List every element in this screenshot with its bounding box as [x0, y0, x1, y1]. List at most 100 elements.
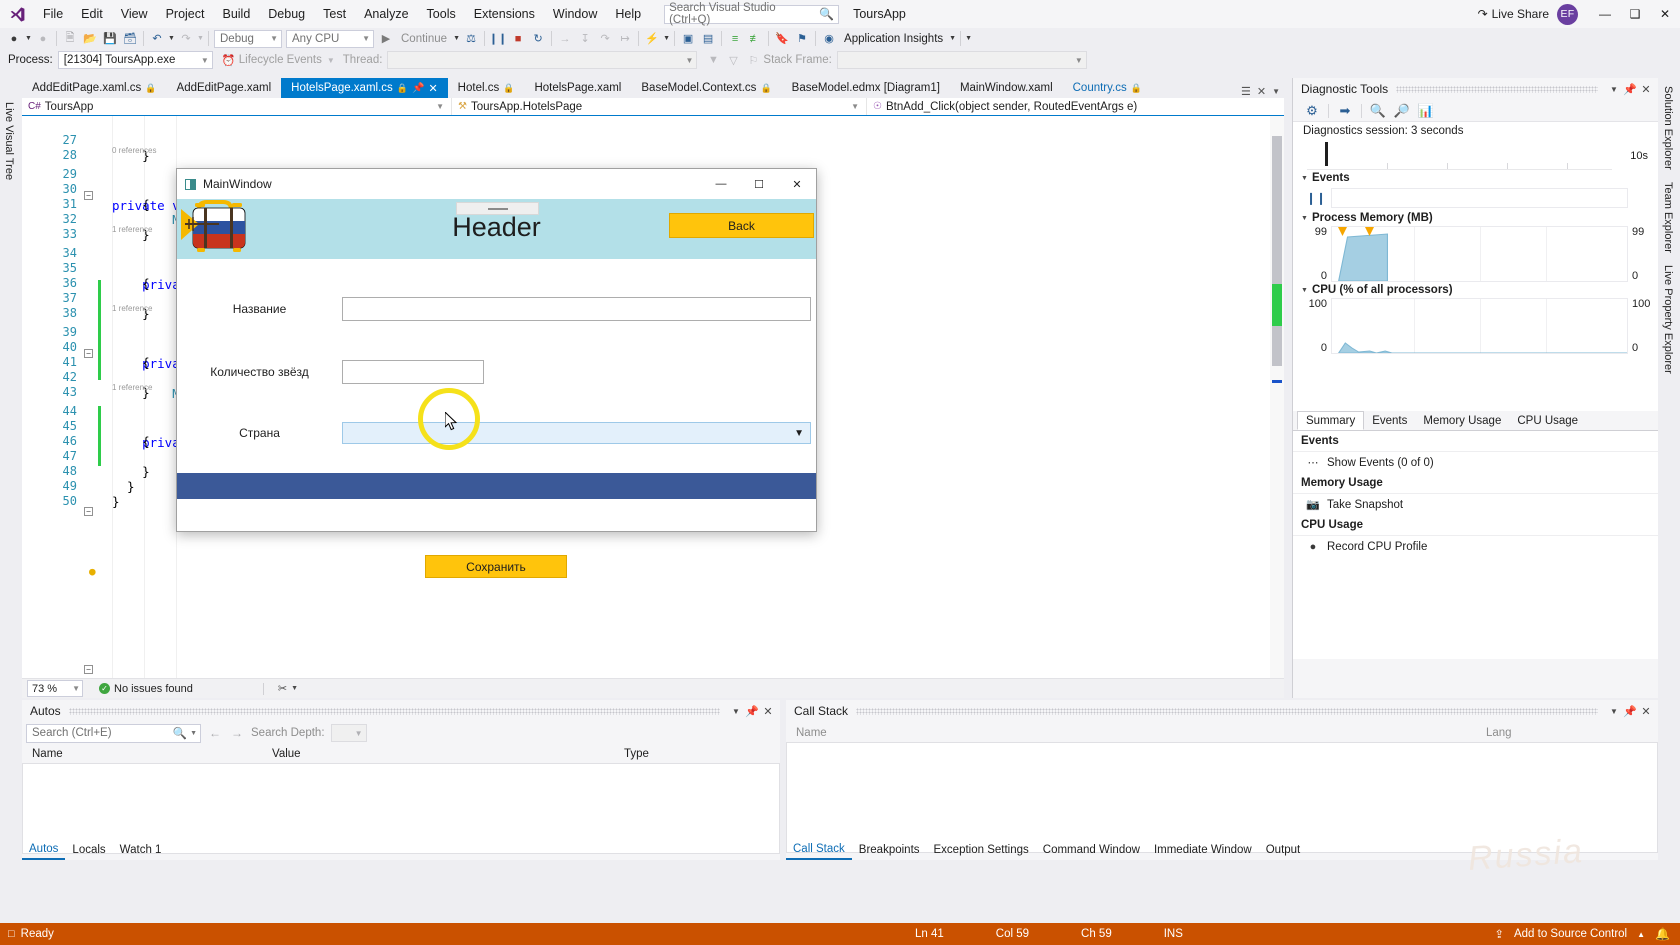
- take-snapshot-action[interactable]: 📷 Take Snapshot: [1293, 494, 1658, 515]
- tab-mainwindow-xaml[interactable]: MainWindow.xaml: [949, 78, 1063, 98]
- panel-tab-autos[interactable]: Autos: [22, 841, 66, 860]
- app-minimize-button[interactable]: —: [702, 169, 740, 199]
- navigate-forward-icon[interactable]: ●: [33, 29, 53, 49]
- save-icon[interactable]: 💾: [100, 29, 120, 49]
- panel-tab-exception-settings[interactable]: Exception Settings: [927, 841, 1036, 860]
- diagnostics-timeline[interactable]: 10s: [1307, 140, 1648, 170]
- panel-tab-locals[interactable]: Locals: [65, 841, 112, 860]
- stack-frame-combo[interactable]: ▼: [836, 51, 1087, 69]
- show-events-action[interactable]: ⋯ Show Events (0 of 0): [1293, 452, 1658, 473]
- open-file-icon[interactable]: 📂: [80, 29, 100, 49]
- panel-tab-call-stack[interactable]: Call Stack: [786, 841, 852, 860]
- back-button[interactable]: Back: [669, 213, 814, 238]
- search-depth-combo[interactable]: ▼: [330, 724, 367, 742]
- account-avatar[interactable]: EF: [1557, 3, 1578, 25]
- tab-events[interactable]: Events: [1364, 411, 1415, 430]
- menu-file[interactable]: File: [34, 2, 72, 26]
- live-visual-tree-icon[interactable]: ▣: [678, 29, 698, 49]
- app-mainwindow-dialog[interactable]: MainWindow — ☐ ✕ Header Back Название Ко…: [176, 168, 817, 578]
- step-out-icon[interactable]: ↦: [615, 29, 635, 49]
- panel-dropdown-icon[interactable]: ▼: [1606, 707, 1622, 716]
- quick-actions-lightbulb-icon[interactable]: ●: [89, 566, 99, 578]
- events-section-header[interactable]: ▼ Events: [1293, 170, 1658, 186]
- tab-country-cs[interactable]: Country.cs 🔒: [1062, 78, 1152, 98]
- collapse-icon[interactable]: −: [84, 665, 93, 674]
- pin-icon[interactable]: 📌: [1622, 705, 1638, 718]
- solution-configuration-combo[interactable]: Debug ▼: [214, 29, 282, 48]
- attach-process-icon[interactable]: ⚖: [461, 29, 481, 49]
- navbar-project-combo[interactable]: C# ToursApp ▼: [22, 98, 452, 115]
- tab-basemodel-context-cs[interactable]: BaseModel.Context.cs 🔒: [631, 78, 782, 98]
- menu-tools[interactable]: Tools: [418, 2, 465, 26]
- outdent-icon[interactable]: ≢: [745, 29, 765, 49]
- panel-tab-immediate-window[interactable]: Immediate Window: [1147, 841, 1259, 860]
- rail-live-visual-tree[interactable]: Live Visual Tree: [0, 96, 18, 186]
- line-style-dropdown-icon[interactable]: ▼: [291, 685, 298, 692]
- pause-icon[interactable]: ❙❙: [1301, 191, 1331, 205]
- save-all-icon[interactable]: 🗃: [120, 29, 140, 49]
- settings-gear-icon[interactable]: ⚙: [1301, 101, 1323, 121]
- hot-reload-dropdown-icon[interactable]: ▼: [662, 29, 671, 49]
- close-icon[interactable]: ✕: [760, 705, 776, 718]
- undo-dropdown-icon[interactable]: ▼: [167, 29, 176, 49]
- close-icon[interactable]: ✕: [1638, 705, 1654, 718]
- redo-dropdown-icon[interactable]: ▼: [196, 29, 205, 49]
- chevron-up-icon[interactable]: ▲: [1637, 930, 1645, 939]
- app-insights-dropdown-icon[interactable]: ▼: [948, 29, 957, 49]
- line-style-icon[interactable]: ✂: [278, 682, 287, 695]
- stop-debugging-icon[interactable]: ■: [508, 29, 528, 49]
- navbar-member-combo[interactable]: ☉ BtnAdd_Click(object sender, RoutedEven…: [867, 98, 1282, 115]
- continue-dropdown-icon[interactable]: ▼: [452, 29, 461, 49]
- menu-debug[interactable]: Debug: [259, 2, 314, 26]
- tab-hotelspage-xaml[interactable]: HotelsPage.xaml: [524, 78, 632, 98]
- thread-combo[interactable]: ▼: [387, 51, 698, 69]
- step-into-icon[interactable]: ↧: [575, 29, 595, 49]
- notifications-icon[interactable]: 🔔: [1655, 927, 1670, 941]
- issues-indicator[interactable]: ✓ No issues found: [99, 683, 193, 695]
- drag-grip[interactable]: [68, 707, 720, 715]
- rail-live-property-explorer[interactable]: Live Property Explorer: [1658, 259, 1678, 380]
- menu-build[interactable]: Build: [213, 2, 259, 26]
- process-combo[interactable]: [21304] ToursApp.exe ▼: [57, 51, 213, 69]
- menu-view[interactable]: View: [112, 2, 157, 26]
- menu-analyze[interactable]: Analyze: [355, 2, 417, 26]
- panel-tab-watch1[interactable]: Watch 1: [113, 841, 169, 860]
- menu-help[interactable]: Help: [606, 2, 650, 26]
- tab-summary[interactable]: Summary: [1297, 411, 1365, 430]
- step-over-icon[interactable]: ↷: [595, 29, 615, 49]
- close-icon[interactable]: ✕: [1638, 83, 1654, 96]
- active-files-icon[interactable]: ☰: [1241, 85, 1251, 98]
- break-all-icon[interactable]: ❙❙: [488, 29, 508, 49]
- continue-play-icon[interactable]: ▶: [376, 29, 396, 49]
- tab-addeditpage-xaml-cs[interactable]: AddEditPage.xaml.cs 🔒: [22, 78, 167, 98]
- search-previous-icon[interactable]: ←: [207, 726, 223, 740]
- panel-dropdown-icon[interactable]: ▼: [728, 707, 744, 716]
- close-document-icon[interactable]: ✕: [1257, 85, 1266, 98]
- app-maximize-button[interactable]: ☐: [740, 169, 778, 199]
- panel-tab-breakpoints[interactable]: Breakpoints: [852, 841, 927, 860]
- record-cpu-profile-action[interactable]: ● Record CPU Profile: [1293, 536, 1658, 557]
- indent-icon[interactable]: ≡: [725, 29, 745, 49]
- field-input-kolichestvo-zvezd[interactable]: [342, 360, 484, 384]
- drag-grip[interactable]: [856, 707, 1598, 715]
- undo-icon[interactable]: ↶: [147, 29, 167, 49]
- new-file-icon[interactable]: 🗎: [60, 29, 80, 49]
- memory-section-header[interactable]: ▼ Process Memory (MB): [1293, 210, 1658, 226]
- panel-dropdown-icon[interactable]: ▼: [1606, 85, 1622, 94]
- save-button[interactable]: Сохранить: [425, 555, 567, 578]
- app-close-button[interactable]: ✕: [778, 169, 816, 199]
- editor-zoom-combo[interactable]: 73 % ▼: [27, 680, 83, 697]
- toolbar-overflow-icon[interactable]: ▼: [964, 29, 973, 49]
- drag-grip[interactable]: [1396, 85, 1598, 93]
- tab-cpu-usage[interactable]: CPU Usage: [1509, 411, 1586, 430]
- menu-edit[interactable]: Edit: [72, 2, 112, 26]
- pin-icon[interactable]: 📌: [744, 705, 760, 718]
- menu-test[interactable]: Test: [314, 2, 355, 26]
- live-property-explorer-icon[interactable]: ▤: [698, 29, 718, 49]
- app-insights-icon[interactable]: ◉: [819, 29, 839, 49]
- restart-icon[interactable]: ↻: [528, 29, 548, 49]
- app-window-titlebar[interactable]: MainWindow — ☐ ✕: [177, 169, 816, 199]
- field-input-nazvanie[interactable]: [342, 297, 811, 321]
- application-insights-button[interactable]: Application Insights: [839, 33, 948, 45]
- tab-overflow-icon[interactable]: ▼: [1272, 87, 1280, 96]
